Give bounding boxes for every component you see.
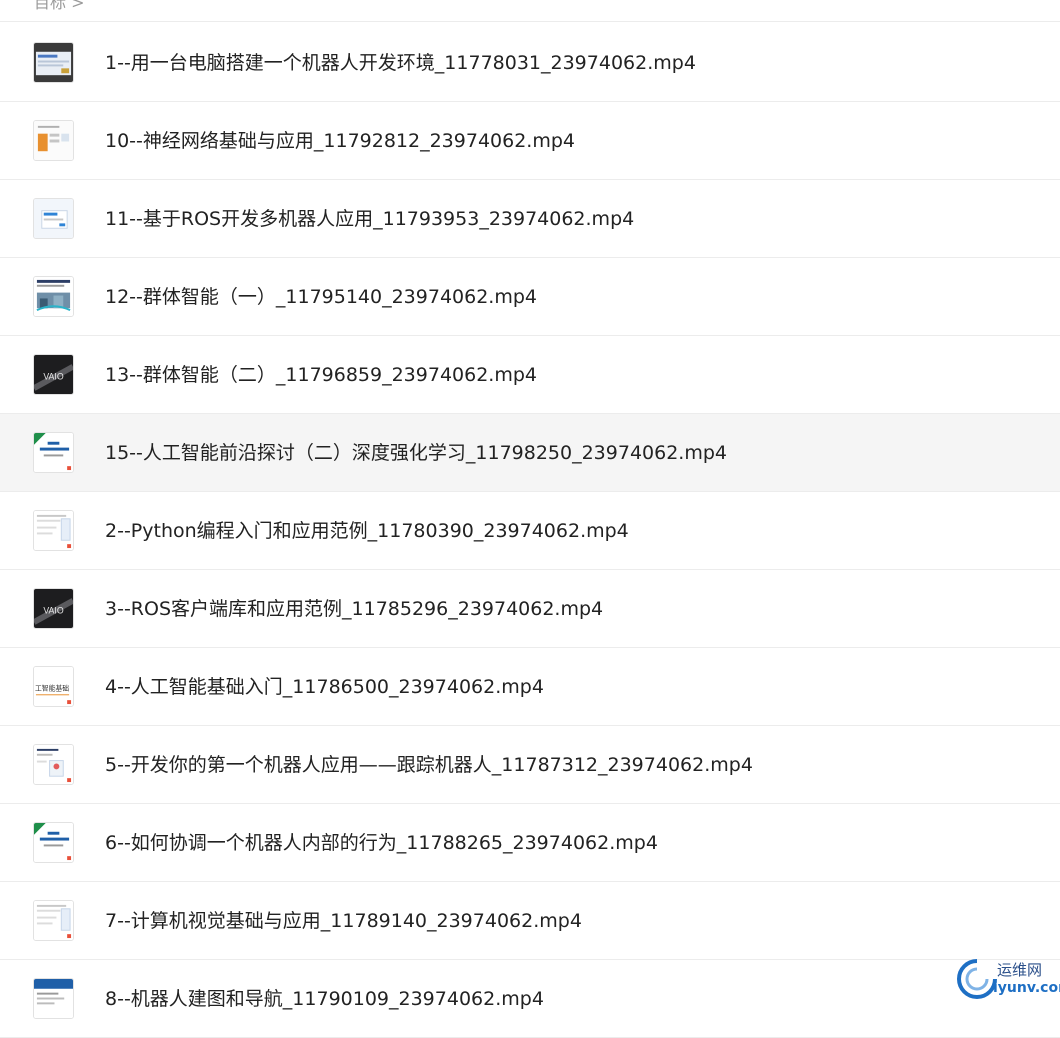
file-name[interactable]: 15--人工智能前沿探讨（二）深度强化学习_11798250_23974062.… [105, 441, 727, 465]
file-row[interactable]: 5--开发你的第一个机器人应用——跟踪机器人_11787312_23974062… [0, 726, 1060, 804]
file-row[interactable]: 工智能基础 4--人工智能基础入门_11786500_23974062.mp4 [0, 648, 1060, 726]
video-thumbnail[interactable] [33, 120, 74, 161]
video-thumbnail[interactable] [33, 198, 74, 239]
file-row[interactable]: 6--如何协调一个机器人内部的行为_11788265_23974062.mp4 [0, 804, 1060, 882]
video-thumbnail[interactable] [33, 276, 74, 317]
file-name[interactable]: 8--机器人建图和导航_11790109_23974062.mp4 [105, 987, 544, 1011]
file-row[interactable]: 7--计算机视觉基础与应用_11789140_23974062.mp4 [0, 882, 1060, 960]
file-row[interactable]: 11--基于ROS开发多机器人应用_11793953_23974062.mp4 [0, 180, 1060, 258]
file-row[interactable]: 8--机器人建图和导航_11790109_23974062.mp4 [0, 960, 1060, 1038]
file-row[interactable]: 15--人工智能前沿探讨（二）深度强化学习_11798250_23974062.… [0, 414, 1060, 492]
file-name[interactable]: 2--Python编程入门和应用范例_11780390_23974062.mp4 [105, 519, 629, 543]
video-thumbnail[interactable] [33, 432, 74, 473]
file-name[interactable]: 13--群体智能（二）_11796859_23974062.mp4 [105, 363, 537, 387]
watermark: 运维网 iyunv.com [955, 955, 1060, 1001]
file-name[interactable]: 11--基于ROS开发多机器人应用_11793953_23974062.mp4 [105, 207, 634, 231]
file-name[interactable]: 6--如何协调一个机器人内部的行为_11788265_23974062.mp4 [105, 831, 658, 855]
file-name[interactable]: 12--群体智能（一）_11795140_23974062.mp4 [105, 285, 537, 309]
file-row[interactable]: 10--神经网络基础与应用_11792812_23974062.mp4 [0, 102, 1060, 180]
breadcrumb[interactable]: 目标 > [34, 0, 85, 13]
video-thumbnail[interactable] [33, 510, 74, 551]
video-thumbnail[interactable] [33, 900, 74, 941]
file-name[interactable]: 3--ROS客户端库和应用范例_11785296_23974062.mp4 [105, 597, 603, 621]
file-row[interactable]: 2--Python编程入门和应用范例_11780390_23974062.mp4 [0, 492, 1060, 570]
file-name[interactable]: 1--用一台电脑搭建一个机器人开发环境_11778031_23974062.mp… [105, 51, 696, 75]
file-row[interactable]: 1--用一台电脑搭建一个机器人开发环境_11778031_23974062.mp… [0, 24, 1060, 102]
file-list: 1--用一台电脑搭建一个机器人开发环境_11778031_23974062.mp… [0, 24, 1060, 1038]
video-thumbnail[interactable]: 工智能基础 [33, 666, 74, 707]
file-name[interactable]: 7--计算机视觉基础与应用_11789140_23974062.mp4 [105, 909, 582, 933]
file-row[interactable]: VAIO 13--群体智能（二）_11796859_23974062.mp4 [0, 336, 1060, 414]
file-name[interactable]: 10--神经网络基础与应用_11792812_23974062.mp4 [105, 129, 575, 153]
video-thumbnail[interactable]: VAIO [33, 588, 74, 629]
svg-text:VAIO: VAIO [43, 371, 63, 381]
video-thumbnail[interactable] [33, 978, 74, 1019]
file-row[interactable]: 12--群体智能（一）_11795140_23974062.mp4 [0, 258, 1060, 336]
file-name[interactable]: 4--人工智能基础入门_11786500_23974062.mp4 [105, 675, 544, 699]
svg-text:工智能基础: 工智能基础 [35, 683, 69, 692]
video-thumbnail[interactable] [33, 744, 74, 785]
video-thumbnail[interactable] [33, 822, 74, 863]
file-row[interactable]: VAIO 3--ROS客户端库和应用范例_11785296_23974062.mp… [0, 570, 1060, 648]
video-thumbnail[interactable] [33, 42, 74, 83]
svg-text:VAIO: VAIO [43, 605, 63, 615]
watermark-en: iyunv.com [993, 980, 1060, 996]
watermark-cn: 运维网 [997, 961, 1043, 979]
file-name[interactable]: 5--开发你的第一个机器人应用——跟踪机器人_11787312_23974062… [105, 753, 753, 777]
breadcrumb-bar: 目标 > [0, 0, 1060, 22]
video-thumbnail[interactable]: VAIO [33, 354, 74, 395]
